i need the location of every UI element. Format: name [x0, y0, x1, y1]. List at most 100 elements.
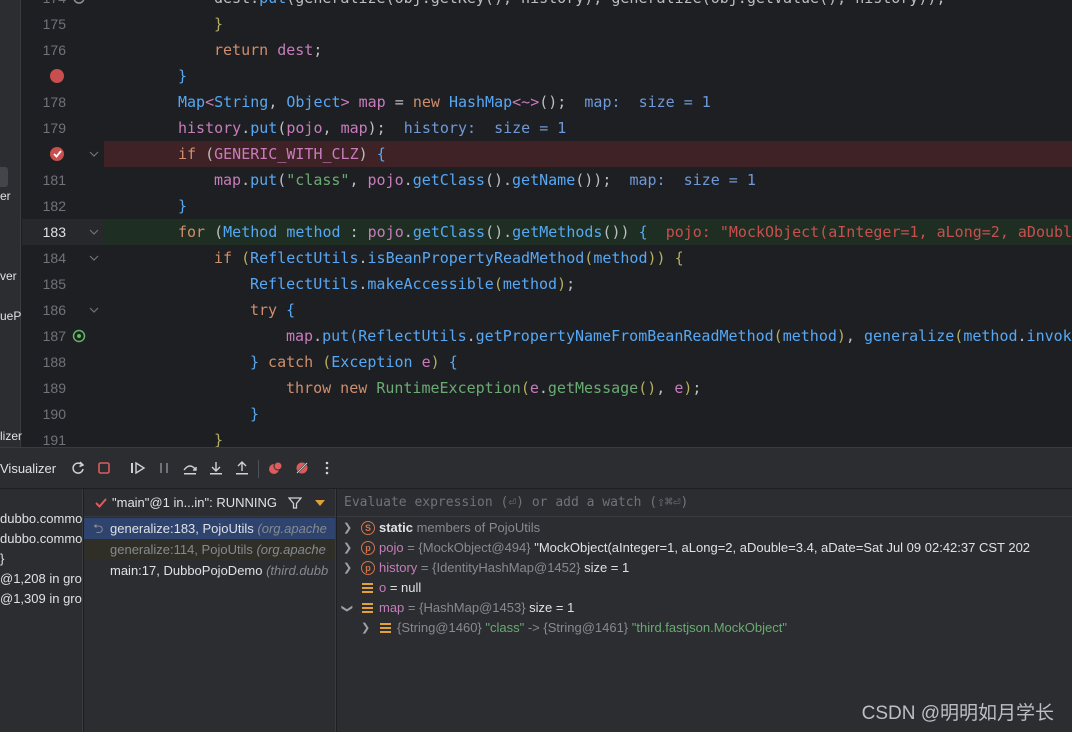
line-number: 189	[42, 380, 66, 396]
step-out-icon[interactable]	[234, 460, 250, 476]
resume-icon[interactable]	[130, 460, 146, 476]
inline-value-hint: map: size = 1	[629, 171, 756, 189]
code-line: try {	[250, 301, 296, 319]
code-line: return dest;	[214, 41, 323, 59]
expand-arrow-icon[interactable]: ❯	[343, 518, 355, 538]
line-number: 181	[42, 172, 66, 188]
variable-row[interactable]: ❯ {String@1460} "class" -> {String@1461}…	[337, 618, 1072, 638]
variable-row[interactable]: ❯ map = {HashMap@1453} size = 1	[337, 598, 1072, 618]
code-line: Map<String, Object> map = new HashMap<~>…	[178, 93, 711, 111]
step-into-target-icon[interactable]	[72, 329, 86, 343]
stack-frame[interactable]: generalize:114, PojoUtils (org.apache	[84, 539, 335, 560]
list-item[interactable]: }	[0, 551, 4, 566]
variable-row[interactable]: o = null	[337, 578, 1072, 598]
rerun-icon[interactable]	[70, 460, 86, 476]
line-number: 187	[42, 328, 66, 344]
more-options-icon[interactable]	[319, 460, 335, 476]
code-line: }	[178, 197, 188, 215]
mute-breakpoints-icon[interactable]	[294, 460, 310, 476]
view-breakpoints-icon[interactable]	[268, 460, 284, 476]
tree-selection-highlight	[0, 167, 8, 187]
breakpoint-line: if (GENERIC_WITH_CLZ) {	[104, 141, 1072, 167]
tree-item[interactable]: lizer	[0, 429, 22, 443]
tree-item[interactable]: er	[0, 189, 11, 203]
line-number: 176	[42, 42, 66, 58]
variables-pane: Evaluate expression (⏎) or add a watch (…	[337, 489, 1072, 732]
expand-arrow-icon[interactable]: ❯	[361, 618, 373, 638]
evaluate-placeholder: Evaluate expression (⏎) or add a watch (…	[344, 495, 689, 510]
static-icon: S	[361, 521, 375, 535]
expand-arrow-icon[interactable]: ❯	[343, 558, 355, 578]
code-editor[interactable]: dest.put(generalize(obj.getKey(), histor…	[104, 0, 1072, 447]
list-item[interactable]: @1,309 in gro	[0, 591, 82, 606]
code-line: }	[214, 431, 224, 447]
inline-value-hint: pojo: "MockObject(aInteger=1, aLong=2, a…	[665, 223, 1072, 241]
tree-item[interactable]: ver	[0, 269, 17, 283]
collapse-arrow-icon[interactable]: ❯	[337, 604, 357, 616]
fold-icon[interactable]	[89, 253, 99, 263]
thread-selector[interactable]: "main"@1 in...in": RUNNING	[84, 489, 335, 517]
toolbar-title: Visualizer	[0, 461, 57, 476]
step-into-icon[interactable]	[208, 460, 224, 476]
left-debug-pane: dubbo.commo dubbo.commo } @1,208 in gro …	[0, 489, 83, 732]
return-arrow-icon: ⮌	[93, 521, 104, 536]
parameter-icon: p	[361, 541, 375, 555]
fold-icon[interactable]	[89, 305, 99, 315]
code-line: }	[214, 15, 224, 33]
line-number: 184	[42, 250, 66, 266]
project-tool-window: er ver uePr lizer	[0, 0, 25, 447]
line-number: 190	[42, 406, 66, 422]
dropdown-arrow-icon[interactable]	[315, 500, 325, 506]
watermark: CSDN @明明如月学长	[861, 703, 1054, 724]
list-item[interactable]: dubbo.commo	[0, 511, 82, 526]
fold-icon[interactable]	[89, 149, 99, 159]
field-icon	[362, 603, 373, 613]
code-line: dest.put(generalize(obj.getKey(), histor…	[214, 0, 1072, 11]
evaluate-expression-field[interactable]: Evaluate expression (⏎) or add a watch (…	[337, 489, 1072, 517]
line-number: 188	[42, 354, 66, 370]
line-number: 179	[42, 120, 66, 136]
inline-value-hint: history: size = 1	[403, 119, 567, 137]
code-line: map.put("class", pojo.getClass().getName…	[214, 171, 756, 189]
code-line: throw new RuntimeException(e.getMessage(…	[286, 379, 702, 397]
line-number: 185	[42, 276, 66, 292]
line-number: 175	[42, 16, 66, 32]
current-execution-line: for (Method method : pojo.getClass().get…	[104, 219, 1072, 245]
code-line: if (ReflectUtils.isBeanPropertyReadMetho…	[214, 249, 684, 267]
frames-pane: "main"@1 in...in": RUNNING ⮌ generalize:…	[84, 489, 336, 732]
line-number: 182	[42, 198, 66, 214]
field-icon	[362, 583, 373, 593]
parameter-icon: p	[361, 561, 375, 575]
variable-row[interactable]: ❯ p pojo = {MockObject@494} "MockObject(…	[337, 538, 1072, 558]
editor-gutter[interactable]: 174 175 176 178 179 181 182 183 184 185 …	[22, 0, 104, 448]
pause-icon[interactable]	[156, 460, 172, 476]
stack-frame[interactable]: ⮌ generalize:183, PojoUtils (org.apache	[84, 518, 335, 539]
step-over-icon[interactable]	[182, 460, 198, 476]
list-item[interactable]: @1,208 in gro	[0, 571, 82, 586]
list-item[interactable]: dubbo.commo	[0, 531, 82, 546]
check-icon	[95, 498, 107, 508]
line-number: 174	[22, 0, 66, 11]
expand-arrow-icon[interactable]: ❯	[343, 538, 355, 558]
stop-icon[interactable]	[96, 460, 112, 476]
fold-icon[interactable]	[89, 227, 99, 237]
debug-toolbar: Visualizer	[0, 447, 1072, 489]
inline-value-hint: map: size = 1	[584, 93, 711, 111]
code-line: map.put(ReflectUtils.getPropertyNameFrom…	[286, 327, 1072, 345]
filter-icon[interactable]	[288, 496, 302, 510]
breakpoint-icon[interactable]	[50, 69, 64, 83]
code-line: history.put(pojo, map); history: size = …	[178, 119, 567, 137]
variable-row[interactable]: ❯ S static members of PojoUtils	[337, 518, 1072, 538]
stack-frame[interactable]: main:17, DubboPojoDemo (third.dubb	[84, 560, 335, 581]
override-icon[interactable]	[72, 0, 86, 5]
conditional-breakpoint-icon[interactable]	[50, 146, 66, 162]
code-line: }	[250, 405, 260, 423]
code-line: ReflectUtils.makeAccessible(method);	[250, 275, 576, 293]
code-line: }	[178, 67, 188, 85]
line-number: 178	[42, 94, 66, 110]
ide-window: { "sidebar": { "items": ["er", "ver", "u…	[0, 0, 1072, 732]
field-icon	[380, 623, 391, 633]
thread-label: "main"@1 in...in": RUNNING	[112, 495, 278, 510]
variable-row[interactable]: ❯ p history = {IdentityHashMap@1452} siz…	[337, 558, 1072, 578]
toolbar-divider	[258, 460, 259, 478]
